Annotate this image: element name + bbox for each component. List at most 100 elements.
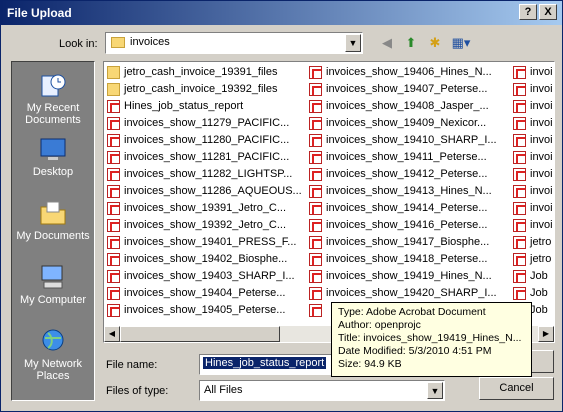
file-item[interactable]: invoices_show_19404_Peterse... — [106, 285, 304, 302]
file-name: jetro — [530, 253, 552, 265]
files-of-type-value: All Files — [204, 384, 243, 396]
file-item[interactable]: invoices_show_19413_Hines_N... — [308, 183, 506, 200]
file-item[interactable]: invoices_show_19392_Jetro_C... — [106, 217, 304, 234]
help-button[interactable]: ? — [519, 4, 537, 20]
pdf-file-icon — [513, 287, 526, 300]
file-item[interactable]: invoices_show_19401_PRESS_F... — [106, 234, 304, 251]
file-item[interactable]: Job — [512, 268, 554, 285]
file-item[interactable]: invoices_show_19402_Biosphe... — [106, 251, 304, 268]
file-name: invoices_show_19407_Peterse... — [326, 83, 488, 95]
file-item[interactable]: Hines_job_status_report — [106, 98, 304, 115]
file-item[interactable]: invoices_show_19391_Jetro_C... — [106, 200, 304, 217]
file-item[interactable]: invoices_show_19403_SHARP_I... — [106, 268, 304, 285]
view-menu-icon[interactable]: ▦▾ — [449, 33, 473, 53]
pdf-file-icon — [513, 83, 526, 96]
chevron-down-icon[interactable]: ▼ — [427, 382, 443, 399]
file-item[interactable]: invoi — [512, 166, 554, 183]
file-item[interactable]: invoices_show_19405_Peterse... — [106, 302, 304, 319]
file-name: invoices_show_11279_PACIFIC... — [124, 117, 290, 129]
file-item[interactable]: invoi — [512, 64, 554, 81]
pdf-file-icon — [513, 168, 526, 181]
file-item[interactable]: invoices_show_19410_SHARP_I... — [308, 132, 506, 149]
file-item[interactable]: invoices_show_19414_Peterse... — [308, 200, 506, 217]
file-info-tooltip: Type: Adobe Acrobat Document Author: ope… — [331, 302, 532, 377]
scroll-left-icon[interactable]: ◀ — [104, 326, 120, 342]
file-item[interactable]: invoices_show_19409_Nexicor... — [308, 115, 506, 132]
file-item[interactable]: invoi — [512, 200, 554, 217]
file-item[interactable]: invoi — [512, 132, 554, 149]
file-item[interactable]: Job — [512, 285, 554, 302]
file-item[interactable]: invoi — [512, 81, 554, 98]
file-item[interactable]: invoices_show_19412_Peterse... — [308, 166, 506, 183]
file-item[interactable]: jetro_cash_invoice_19392_files — [106, 81, 304, 98]
pdf-file-icon — [309, 151, 322, 164]
look-in-dropdown[interactable]: invoices ▼ — [105, 32, 363, 54]
title-bar[interactable]: File Upload ? X — [1, 1, 562, 25]
place-label: My Computer — [19, 294, 87, 306]
file-item[interactable]: invoices_show_19411_Peterse... — [308, 149, 506, 166]
file-name: jetro_cash_invoice_19392_files — [124, 83, 278, 95]
pdf-file-icon — [513, 100, 526, 113]
file-name: invoi — [530, 66, 553, 78]
place-recent-documents[interactable]: My Recent Documents — [12, 70, 94, 126]
tooltip-author: Author: openprojc — [338, 319, 421, 331]
up-folder-icon[interactable]: ⬆ — [401, 33, 421, 53]
file-name: invoi — [530, 168, 553, 180]
file-name: Job — [530, 270, 548, 282]
file-item[interactable]: invoices_show_19407_Peterse... — [308, 81, 506, 98]
file-item[interactable]: invoices_show_11279_PACIFIC... — [106, 115, 304, 132]
file-name: invoices_show_19409_Nexicor... — [326, 117, 487, 129]
file-item[interactable]: invoices_show_11280_PACIFIC... — [106, 132, 304, 149]
file-item[interactable]: invoi — [512, 98, 554, 115]
file-item[interactable]: invoices_show_19420_SHARP_I... — [308, 285, 506, 302]
file-item[interactable]: invoices_show_11281_PACIFIC... — [106, 149, 304, 166]
place-label: My Network Places — [23, 358, 83, 382]
my-computer-icon — [41, 265, 63, 289]
place-my-computer[interactable]: My Computer — [12, 262, 94, 306]
scroll-thumb[interactable] — [120, 326, 280, 342]
chevron-down-icon[interactable]: ▼ — [345, 34, 361, 52]
window-title: File Upload — [7, 6, 72, 20]
look-in-value: invoices — [130, 36, 170, 48]
file-item[interactable]: invoices_show_19419_Hines_N... — [308, 268, 506, 285]
scroll-right-icon[interactable]: ▶ — [538, 326, 554, 342]
tooltip-type: Type: Adobe Acrobat Document — [338, 306, 486, 318]
place-network-places[interactable]: My Network Places — [12, 326, 94, 382]
file-name: invoices_show_11286_AQUEOUS... — [124, 185, 302, 197]
place-desktop[interactable]: Desktop — [12, 134, 94, 178]
file-item[interactable]: invoi — [512, 149, 554, 166]
back-icon[interactable]: ◀ — [377, 33, 397, 53]
file-item[interactable]: invoi — [512, 183, 554, 200]
file-item[interactable]: invoices_show_19416_Peterse... — [308, 217, 506, 234]
file-name: invoices_show_19417_Biosphe... — [326, 236, 490, 248]
file-name: Job — [530, 304, 548, 316]
file-item[interactable]: invoices_show_11282_LIGHTSP... — [106, 166, 304, 183]
pdf-file-icon — [107, 100, 120, 113]
file-item[interactable]: jetro_cash_invoice_19391_files — [106, 64, 304, 81]
file-column-2: invoices_show_19406_Hines_N... invoices_s… — [308, 64, 506, 319]
file-item[interactable]: jetro — [512, 234, 554, 251]
file-item[interactable]: invoices_show_19418_Peterse... — [308, 251, 506, 268]
pdf-file-icon — [513, 202, 526, 215]
file-list[interactable]: jetro_cash_invoice_19391_files jetro_cash… — [103, 61, 555, 343]
files-of-type-dropdown[interactable]: All Files ▼ — [199, 380, 445, 401]
file-item[interactable]: invoices_show_19417_Biosphe... — [308, 234, 506, 251]
file-name: invoices_show_19413_Hines_N... — [326, 185, 492, 197]
pdf-file-icon — [309, 168, 322, 181]
place-my-documents[interactable]: My Documents — [12, 198, 94, 242]
pdf-file-icon — [107, 253, 120, 266]
close-button[interactable]: X — [539, 4, 557, 20]
pdf-file-icon — [107, 270, 120, 283]
file-name-value: Hines_job_status_report — [203, 357, 327, 369]
pdf-file-icon — [513, 236, 526, 249]
file-item[interactable]: jetro — [512, 251, 554, 268]
folder-icon — [107, 66, 120, 79]
file-item[interactable]: invoices_show_11286_AQUEOUS... — [106, 183, 304, 200]
file-item[interactable]: invoi — [512, 115, 554, 132]
cancel-button[interactable]: Cancel — [479, 377, 554, 400]
file-name: invoi — [530, 202, 553, 214]
file-item[interactable]: invoi — [512, 217, 554, 234]
file-item[interactable]: invoices_show_19408_Jasper_... — [308, 98, 506, 115]
file-item[interactable]: invoices_show_19406_Hines_N... — [308, 64, 506, 81]
new-folder-icon[interactable]: ✱ — [425, 33, 445, 53]
